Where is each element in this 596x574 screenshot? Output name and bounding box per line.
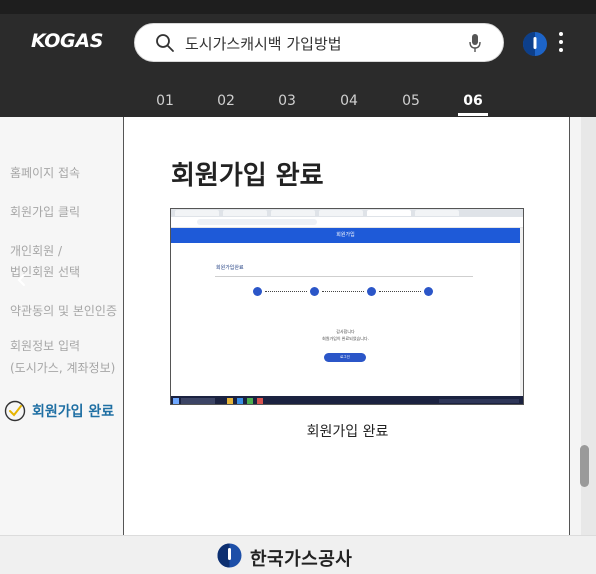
chevron-left-icon[interactable]: [15, 270, 29, 290]
menu-item-info-input-2[interactable]: (도시가스, 계좌정보): [10, 359, 115, 377]
progress-dot: [253, 287, 262, 296]
menu-item-signup-click[interactable]: 회원가입 클릭: [10, 203, 80, 221]
progress-dot: [367, 287, 376, 296]
progress-dot: [424, 287, 433, 296]
footer: 한국가스공사: [0, 535, 596, 574]
browser-url-field: [197, 219, 317, 225]
step-menu: 홈페이지 접속 회원가입 클릭 개인회원 / 법인회원 선택 약관동의 및 본인…: [0, 117, 123, 535]
microphone-icon[interactable]: [468, 33, 482, 53]
taskbar: [171, 396, 523, 404]
step-tab-03[interactable]: 03: [272, 93, 302, 109]
footer-org-name: 한국가스공사: [250, 549, 353, 570]
menu-item-terms[interactable]: 약관동의 및 본인인증: [10, 302, 117, 320]
search-icon[interactable]: [155, 33, 175, 53]
browser-address-bar: [171, 217, 523, 228]
step-tab-02[interactable]: 02: [211, 93, 241, 109]
kogas-logo[interactable]: KOGAS: [31, 30, 103, 52]
screenshot-caption: 회원가입 완료: [306, 424, 389, 440]
progress-dash: [379, 291, 421, 292]
kogas-flame-icon[interactable]: [522, 31, 548, 57]
app-icon: [257, 398, 263, 404]
system-tray: [439, 399, 519, 403]
divider: [215, 276, 473, 277]
check-circle-icon: [4, 400, 26, 422]
menu-item-complete[interactable]: 회원가입 완료: [4, 400, 114, 422]
kogas-flame-icon: [217, 543, 242, 568]
menu-item-homepage[interactable]: 홈페이지 접속: [10, 164, 80, 182]
menu-item-member-type[interactable]: 개인회원 /: [10, 242, 62, 260]
folder-icon: [227, 398, 233, 404]
login-button: 로그인: [324, 353, 366, 362]
step-tab-04[interactable]: 04: [334, 93, 364, 109]
menu-item-info-input[interactable]: 회원정보 입력: [10, 337, 80, 355]
top-bar: KOGAS 도시가스캐시백 가입방법 01 02 03 04 05 06: [0, 0, 596, 117]
menu-active-label: 회원가입 완료: [32, 404, 115, 420]
edge-icon: [237, 398, 243, 404]
search-input[interactable]: 도시가스캐시백 가입방법: [185, 33, 342, 54]
thank-you-text: 감사합니다: [336, 329, 355, 334]
browser-tab-strip: [171, 209, 523, 217]
scrollbar-thumb[interactable]: [580, 445, 589, 487]
search-box[interactable]: 도시가스캐시백 가입방법: [134, 23, 504, 62]
browser-tab: [223, 210, 267, 216]
active-step-underline: [458, 113, 488, 116]
signup-banner: 회원가입: [171, 228, 520, 243]
more-menu-icon[interactable]: [557, 32, 565, 54]
progress-dot: [310, 287, 319, 296]
step-tab-01[interactable]: 01: [150, 93, 180, 109]
step-tab-05[interactable]: 05: [396, 93, 426, 109]
browser-tab: [319, 210, 363, 216]
window-top-edge: [0, 0, 596, 14]
browser-tab-active: [367, 210, 411, 216]
content-panel: 회원가입 완료 회원가입 회원가입완료 감사합니다 회원가입이 완료되었습니다.…: [123, 117, 570, 535]
signup-progress: [253, 287, 433, 305]
progress-dash: [322, 291, 364, 292]
browser-scrollbar: [520, 228, 523, 396]
taskbar-search: [181, 398, 215, 404]
browser-tab: [271, 210, 315, 216]
step-tab-06[interactable]: 06: [458, 93, 488, 109]
browser-tab: [415, 210, 459, 216]
signup-complete-screenshot: 회원가입 회원가입완료 감사합니다 회원가입이 완료되었습니다. 로그인: [170, 208, 524, 405]
chrome-icon: [247, 398, 253, 404]
windows-start-icon: [173, 398, 179, 404]
progress-dash: [265, 291, 307, 292]
page-title: 회원가입 완료: [171, 161, 324, 191]
signup-heading: 회원가입완료: [216, 265, 244, 271]
complete-message: 회원가입이 완료되었습니다.: [322, 336, 369, 341]
browser-tab: [175, 210, 219, 216]
